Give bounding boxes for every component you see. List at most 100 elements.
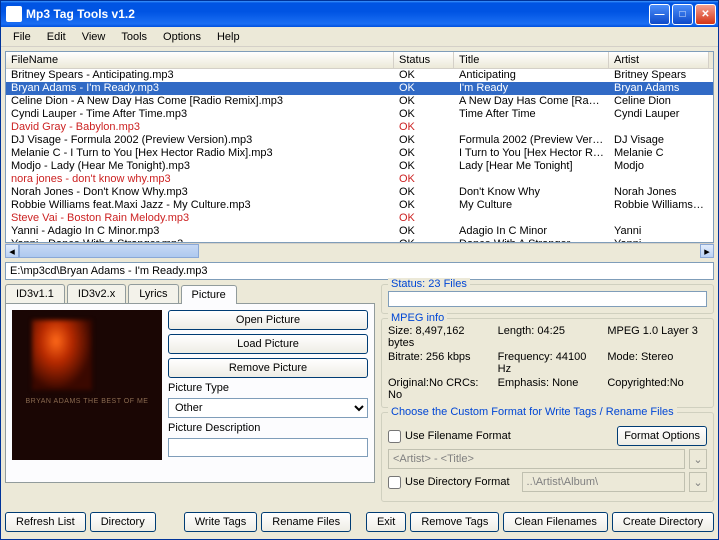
menu-options[interactable]: Options [155,29,209,45]
directory-dropdown-icon[interactable]: ⌄ [689,472,707,492]
clean-filenames-button[interactable]: Clean Filenames [503,512,608,532]
cell: OK [394,173,454,186]
table-row[interactable]: Steve Vai - Boston Rain Melody.mp3OK [6,212,713,225]
minimize-button[interactable]: — [649,4,670,25]
menu-edit[interactable]: Edit [39,29,74,45]
cell [609,212,709,225]
table-row[interactable]: Britney Spears - Anticipating.mp3OKAntic… [6,69,713,82]
table-row[interactable]: nora jones - don't know why.mp3OK [6,173,713,186]
table-row[interactable]: Yanni - Adagio In C Minor.mp3OKAdagio In… [6,225,713,238]
column-header-artist[interactable]: Artist [609,52,709,68]
cell: Time After Time [454,108,609,121]
tab-id3v2x[interactable]: ID3v2.x [67,284,126,303]
directory-format-input[interactable]: ..\Artist\Album\ [522,472,685,492]
remove-tags-button[interactable]: Remove Tags [410,512,499,532]
cell: I'm Ready [454,82,609,95]
remove-picture-button[interactable]: Remove Picture [168,358,368,378]
column-header-title[interactable]: Title [454,52,609,68]
table-row[interactable]: David Gray - Babylon.mp3OK [6,121,713,134]
create-directory-button[interactable]: Create Directory [612,512,714,532]
cell: Bryan Adams - I'm Ready.mp3 [6,82,394,95]
mpeg-copy: Copyrighted:No [607,377,707,401]
cell [454,212,609,225]
cell [609,121,709,134]
cell: Yanni [609,238,709,243]
mpeg-layer: MPEG 1.0 Layer 3 [607,325,707,349]
table-row[interactable]: Norah Jones - Don't Know Why.mp3OKDon't … [6,186,713,199]
picture-desc-label: Picture Description [168,422,368,434]
use-filename-checkbox[interactable] [388,430,401,443]
h-scrollbar[interactable]: ◂ ▸ [5,243,714,258]
table-row[interactable]: Cyndi Lauper - Time After Time.mp3OKTime… [6,108,713,121]
cell: Yanni - Adagio In C Minor.mp3 [6,225,394,238]
cell: Celine Dion [609,95,709,108]
cell: Dance With A Stranger [454,238,609,243]
mpeg-orig: Original:No CRCs: No [388,377,488,401]
table-row[interactable]: DJ Visage - Formula 2002 (Preview Versio… [6,134,713,147]
filename-dropdown-icon[interactable]: ⌄ [689,449,707,469]
album-art-text: BRYAN ADAMS THE BEST OF ME [17,398,157,405]
tab-id3v11[interactable]: ID3v1.1 [5,284,65,303]
directory-button[interactable]: Directory [90,512,156,532]
menu-help[interactable]: Help [209,29,248,45]
tab-picture[interactable]: Picture [181,285,237,304]
use-filename-label: Use Filename Format [405,430,511,442]
menu-file[interactable]: File [5,29,39,45]
mpeg-size: Size: 8,497,162 bytes [388,325,488,349]
cell: A New Day Has Come [Radio Re... [454,95,609,108]
refresh-list-button[interactable]: Refresh List [5,512,86,532]
file-list[interactable]: FileNameStatusTitleArtist Britney Spears… [5,51,714,243]
cell: Yanni - Dance With A Stranger.mp3 [6,238,394,243]
picture-desc-input[interactable] [168,438,368,457]
table-row[interactable]: Yanni - Dance With A Stranger.mp3OKDance… [6,238,713,243]
column-header-status[interactable]: Status [394,52,454,68]
cell: Don't Know Why [454,186,609,199]
table-row[interactable]: Melanie C - I Turn to You [Hex Hector Ra… [6,147,713,160]
cell: Melanie C [609,147,709,160]
titlebar[interactable]: Mp3 Tag Tools v1.2 — □ ✕ [1,1,718,27]
column-header-filename[interactable]: FileName [6,52,394,68]
scroll-thumb[interactable] [19,244,199,258]
status-title: Status: 23 Files [388,278,470,290]
cell: Britney Spears [609,69,709,82]
cell: OK [394,225,454,238]
progress-bar [388,291,707,307]
tab-panel-picture: BRYAN ADAMS THE BEST OF ME Open Picture … [5,303,375,483]
cell: OK [394,95,454,108]
cell: Robbie Williams feat.M [609,199,709,212]
status-group: Status: 23 Files [381,284,714,314]
filename-format-input[interactable]: <Artist> - <Title> [388,449,685,469]
use-directory-label: Use Directory Format [405,476,510,488]
open-picture-button[interactable]: Open Picture [168,310,368,330]
write-tags-button[interactable]: Write Tags [184,512,258,532]
path-display: E:\mp3cd\Bryan Adams - I'm Ready.mp3 [5,262,714,280]
tab-lyrics[interactable]: Lyrics [128,284,178,303]
load-picture-button[interactable]: Load Picture [168,334,368,354]
table-row[interactable]: Robbie Williams feat.Maxi Jazz - My Cult… [6,199,713,212]
scroll-left-icon[interactable]: ◂ [5,244,19,258]
cell [454,121,609,134]
window-title: Mp3 Tag Tools v1.2 [26,7,649,21]
table-row[interactable]: Celine Dion - A New Day Has Come [Radio … [6,95,713,108]
cell: OK [394,199,454,212]
album-art: BRYAN ADAMS THE BEST OF ME [12,310,162,460]
cell: OK [394,160,454,173]
menu-view[interactable]: View [74,29,114,45]
menubar: FileEditViewToolsOptionsHelp [1,27,718,47]
format-options-button[interactable]: Format Options [617,426,707,446]
table-row[interactable]: Modjo - Lady (Hear Me Tonight).mp3OKLady… [6,160,713,173]
cell: Cyndi Lauper [609,108,709,121]
cell: OK [394,121,454,134]
app-icon [6,6,22,22]
menu-tools[interactable]: Tools [113,29,155,45]
cell: Modjo - Lady (Hear Me Tonight).mp3 [6,160,394,173]
close-button[interactable]: ✕ [695,4,716,25]
scroll-right-icon[interactable]: ▸ [700,244,714,258]
rename-files-button[interactable]: Rename Files [261,512,351,532]
picture-type-select[interactable]: Other [168,398,368,418]
table-row[interactable]: Bryan Adams - I'm Ready.mp3OKI'm ReadyBr… [6,82,713,95]
maximize-button[interactable]: □ [672,4,693,25]
exit-button[interactable]: Exit [366,512,406,532]
cell: Norah Jones [609,186,709,199]
use-directory-checkbox[interactable] [388,476,401,489]
